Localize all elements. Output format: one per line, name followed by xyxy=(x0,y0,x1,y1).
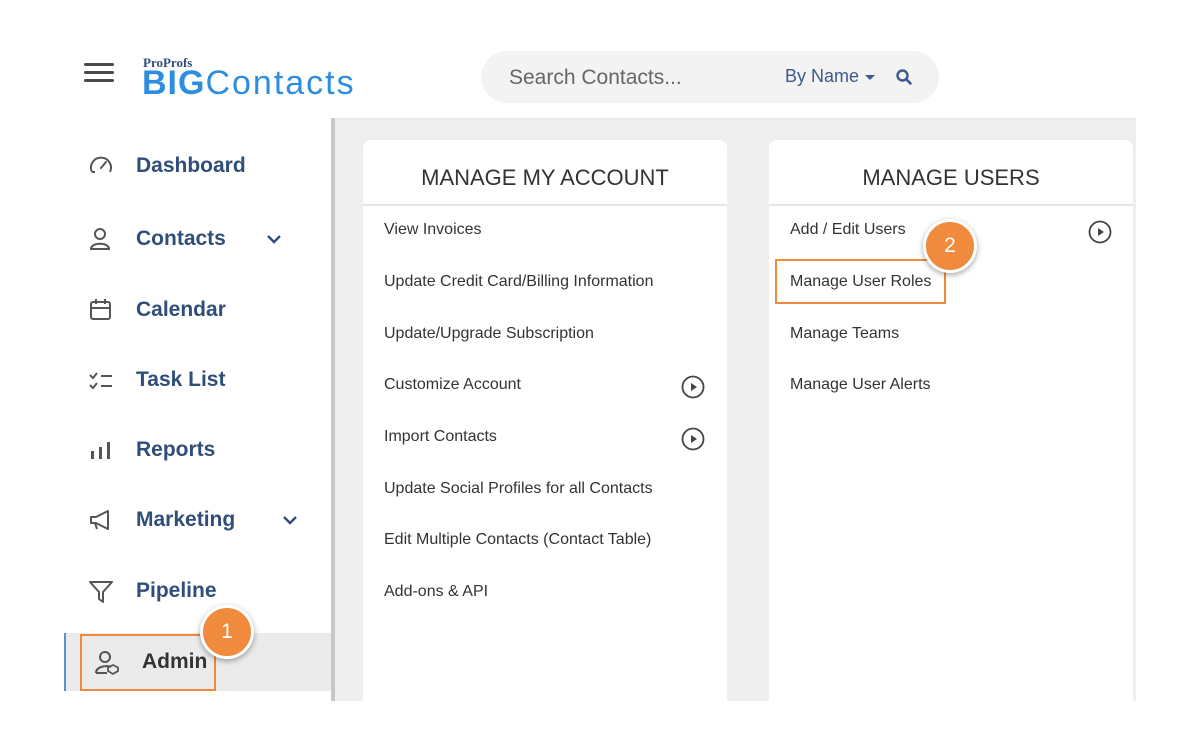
step-badge-1: 1 xyxy=(200,605,254,659)
sidebar-item-dashboard[interactable]: Dashboard xyxy=(64,137,331,197)
logo-contacts-text: Contacts xyxy=(205,64,356,102)
caret-down-icon xyxy=(865,74,876,80)
import-contacts-link[interactable]: Import Contacts xyxy=(384,428,497,446)
megaphone-icon xyxy=(90,510,109,530)
task-list-icon xyxy=(89,372,112,390)
logo-big-text: BIG xyxy=(142,64,206,102)
top-header: ProProfs BIGContacts By Name xyxy=(64,0,1136,118)
sidebar-item-marketing[interactable]: Marketing xyxy=(64,491,331,551)
search-mode-label: By Name xyxy=(785,66,860,86)
logo[interactable]: BIGContacts xyxy=(142,66,356,100)
sidebar-item-label: Marketing xyxy=(136,508,236,531)
addons-api-link[interactable]: Add-ons & API xyxy=(384,583,488,601)
sidebar-scrollbar[interactable] xyxy=(331,118,335,701)
video-play-icon[interactable] xyxy=(1088,220,1112,244)
update-social-profiles-link[interactable]: Update Social Profiles for all Contacts xyxy=(384,480,653,498)
card-title: MANAGE USERS xyxy=(769,140,1133,206)
sidebar-item-label: Pipeline xyxy=(136,579,217,602)
user-icon xyxy=(89,228,111,250)
sidebar-item-label: Dashboard xyxy=(136,154,246,177)
upgrade-subscription-link[interactable]: Update/Upgrade Subscription xyxy=(384,325,594,343)
view-invoices-link[interactable]: View Invoices xyxy=(384,221,482,239)
funnel-icon xyxy=(89,581,113,603)
sidebar-item-reports[interactable]: Reports xyxy=(64,421,331,481)
sidebar: Dashboard Contacts Calendar Task List Re… xyxy=(64,118,333,701)
sidebar-item-label: Contacts xyxy=(136,227,226,250)
sidebar-item-calendar[interactable]: Calendar xyxy=(64,281,331,341)
sidebar-item-contacts[interactable]: Contacts xyxy=(64,210,331,270)
video-play-icon[interactable] xyxy=(681,375,705,399)
manage-user-roles-highlight-box xyxy=(775,259,946,304)
manage-teams-link[interactable]: Manage Teams xyxy=(790,325,899,343)
update-billing-link[interactable]: Update Credit Card/Billing Information xyxy=(384,273,653,291)
video-play-icon[interactable] xyxy=(681,427,705,451)
dashboard-gauge-icon xyxy=(90,156,112,173)
search-icon[interactable] xyxy=(895,68,913,86)
sidebar-item-label: Reports xyxy=(136,438,216,461)
manage-user-alerts-link[interactable]: Manage User Alerts xyxy=(790,376,931,394)
search-mode-dropdown[interactable]: By Name xyxy=(785,66,876,87)
step-badge-2: 2 xyxy=(923,219,977,273)
manage-my-account-card: MANAGE MY ACCOUNT View Invoices Update C… xyxy=(363,140,727,701)
customize-account-link[interactable]: Customize Account xyxy=(384,376,521,394)
calendar-icon xyxy=(90,299,111,320)
sidebar-item-task-list[interactable]: Task List xyxy=(64,351,331,411)
add-edit-users-link[interactable]: Add / Edit Users xyxy=(790,221,906,239)
search-input[interactable] xyxy=(507,65,751,91)
search-bar: By Name xyxy=(481,51,939,103)
edit-multiple-contacts-link[interactable]: Edit Multiple Contacts (Contact Table) xyxy=(384,531,651,549)
card-title: MANAGE MY ACCOUNT xyxy=(363,140,727,206)
chevron-down-icon[interactable] xyxy=(266,231,282,247)
sidebar-item-pipeline[interactable]: Pipeline xyxy=(64,562,331,622)
bar-chart-icon xyxy=(91,442,110,459)
sidebar-item-label: Calendar xyxy=(136,298,226,321)
admin-highlight-box xyxy=(80,634,216,691)
hamburger-menu-icon[interactable] xyxy=(84,63,114,83)
sidebar-item-label: Task List xyxy=(136,368,226,391)
chevron-down-icon[interactable] xyxy=(282,512,298,528)
